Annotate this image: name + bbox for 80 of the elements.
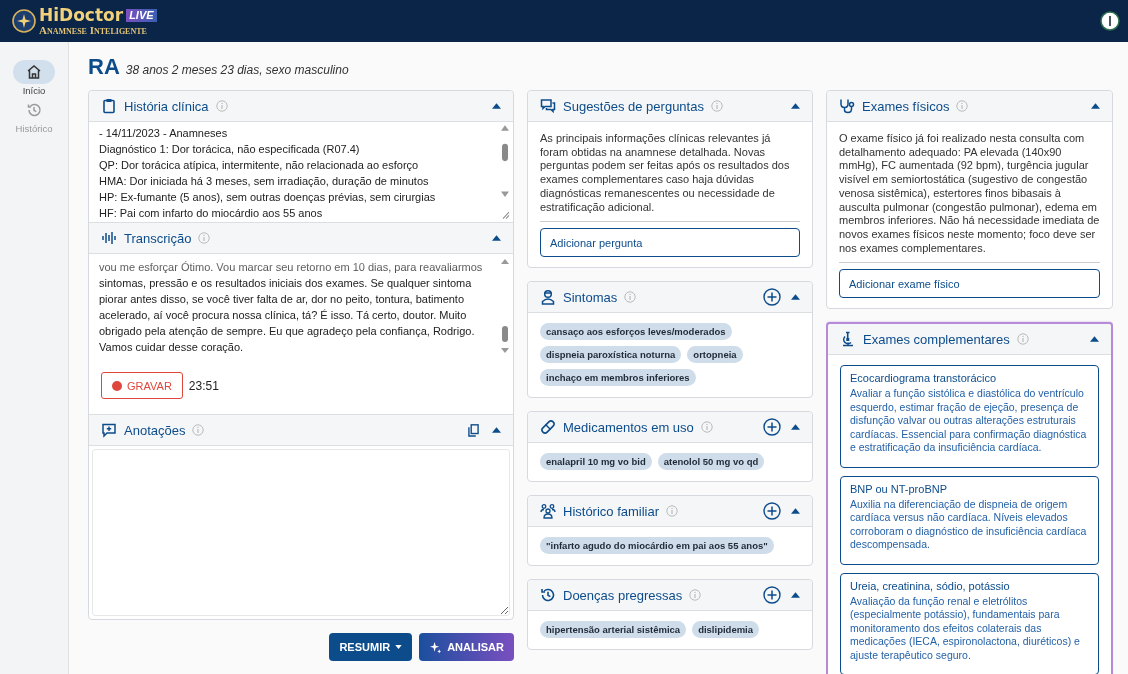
exam-description: Auxilia na diferenciação de dispneia de origem cardíaca versus não cardíaca. Níveis elevados corroboram o diagnóstico de insuficiência cardíaca descompensada. <box>850 497 1088 552</box>
tag-chip: inchaço em membros inferiores <box>540 369 696 387</box>
exam-name: BNP ou NT-proBNP <box>850 482 948 495</box>
panel-title: Doenças pregressas <box>563 587 683 603</box>
add-icon[interactable] <box>763 502 781 521</box>
tag-chip: "infarto agudo do miocárdio em pai aos 55 anos" <box>540 537 774 555</box>
exam-card[interactable] <box>840 365 1099 468</box>
exam-description: Avaliação da função renal e eletrólitos (especialmente potássio), fundamentais para monitoramento dos efeitos colaterais das medicações (IECA, espironolactona, diuréticos) e ajuste terapêutico seguro. <box>850 594 1081 663</box>
collapse-icon[interactable] <box>1090 336 1099 343</box>
patient-details: 38 anos 2 meses 23 dias, sexo masculino <box>125 63 349 77</box>
history-icon <box>26 102 42 118</box>
add-icon[interactable] <box>763 288 781 307</box>
history-line: - 14/11/2023 - Anamneses <box>99 126 229 141</box>
tag-chip: atenolol 50 mg vo qd <box>657 453 765 471</box>
analyze-button[interactable]: ANALISAR <box>419 633 514 661</box>
history-line: Diagnóstico 1: Dor torácica, não especificada (R07.4) <box>99 142 361 157</box>
exam-card[interactable] <box>840 572 1099 674</box>
people-icon <box>540 503 556 520</box>
brand-tagline: Anamnese Inteligente <box>39 24 148 36</box>
panel-title: Sugestões de perguntas <box>563 98 704 114</box>
history-line: HP: Ex-fumante (5 anos), sem outras doenças prévias, sem cirurgias <box>99 190 437 205</box>
panel-title: Sintomas <box>563 289 618 305</box>
live-badge: LIVE <box>126 8 157 22</box>
home-icon <box>26 64 42 80</box>
tag-chip: cansaço aos esforços leves/moderados <box>540 323 732 341</box>
brand-name: HiDoctor <box>39 6 124 24</box>
transcript-text: vou me esforçar Ótimo. Vou marcar seu retorno em 10 dias, para reavaliarmos sintomas, pressão e os resultados iniciais dos exames. Se qualquer sintoma piorar antes disso, se você tiver falta de ar, dor no peito, tontura, batimento acelerado, aí você procura nossa clínica, tá? É isso. Tá certo, doutor. Muito obrigado pela atenção de sempre. Eu que agradeço pela confiança, Rodrigo. Vamos cuidar desse coração. <box>98 260 484 355</box>
history-icon <box>540 587 556 604</box>
tag-chip: enalapril 10 mg vo bid <box>540 453 652 471</box>
collapse-icon[interactable] <box>791 508 800 515</box>
exam-card[interactable]: BNP ou NT-proBNP Auxilia na diferenciação de dispneia de origem cardíaca versus não cardíaca. Níveis elevados corroboram o diagnóstico de insuficiência cardíaca descompensada. <box>840 475 1099 565</box>
collapse-icon[interactable] <box>1091 103 1100 109</box>
caret-icon <box>395 645 403 649</box>
suggestions-text: As principais informações clínicas relevantes já foram obtidas na anamnese detalhada. Novas perguntas podem ser feitas após os resultados dos exames complementares caso haja dúvidas diagnósticas remanescentes ou necessidade de estratificação adicional. <box>540 132 791 215</box>
record-button[interactable]: GRAVAR <box>101 372 183 399</box>
history-line: HMA: Dor iniciada há 3 meses, sem irradiação, duração de minutos <box>99 174 430 189</box>
collapse-icon[interactable] <box>791 424 800 431</box>
add-icon[interactable] <box>763 418 781 437</box>
collapse-icon[interactable] <box>492 427 501 433</box>
collapse-icon[interactable] <box>492 103 501 109</box>
panel-title: Transcrição <box>124 230 192 246</box>
clipboard-icon <box>101 98 117 114</box>
history-line: HF: Pai com infarto do miocárdio aos 55 anos <box>99 206 324 221</box>
exam-description: Avaliar a função sistólica e diastólica do ventrículo esquerdo, estimar fração de ejeção, presença de disfunção valvar ou outras alterações estruturais cardíacas. Essencial para confirmação diagnóstica e estratificação da insuficiência cardíaca. <box>850 387 1088 455</box>
collapse-icon[interactable] <box>791 592 800 599</box>
panel-title: História clínica <box>124 98 209 114</box>
stethoscope-icon <box>839 98 855 114</box>
patient-initials: RA <box>88 54 120 80</box>
notes-field[interactable] <box>92 449 510 616</box>
elapsed-time: 23:51 <box>188 378 219 393</box>
panel-title: Exames complementares <box>863 331 1010 347</box>
audio-wave-icon <box>101 230 117 246</box>
sparkle-icon <box>429 640 443 654</box>
panel-title: Anotações <box>124 422 186 438</box>
collapse-icon[interactable] <box>492 235 501 241</box>
collapse-icon[interactable] <box>791 103 800 109</box>
logo-icon <box>12 9 36 33</box>
microscope-icon <box>840 331 856 348</box>
summarize-button[interactable]: RESUMIR <box>329 633 413 661</box>
panel-title: Histórico familiar <box>563 503 660 519</box>
panel-title: Exames físicos <box>862 98 950 114</box>
add-question-button[interactable]: Adicionar pergunta <box>540 228 800 258</box>
profile-icon[interactable] <box>1100 11 1120 31</box>
comment-add-icon <box>101 422 117 438</box>
exam-name: Ecocardiograma transtorácico <box>850 372 998 385</box>
history-line: QP: Dor torácica atípica, intermitente, não relacionada ao esforço <box>99 158 420 173</box>
exam-name: Ureia, creatinina, sódio, potássio <box>850 579 1011 592</box>
add-exam-button[interactable]: Adicionar exame físico <box>839 269 1100 299</box>
tag-chip: hipertensão arterial sistêmica <box>540 621 687 639</box>
copy-icon[interactable] <box>468 423 479 437</box>
panel-title: Medicamentos em uso <box>563 419 694 435</box>
collapse-icon[interactable] <box>791 294 800 301</box>
tag-chip: dislipidemia <box>692 621 760 639</box>
add-icon[interactable] <box>763 586 781 605</box>
tag-chip: dispneia paroxística noturna <box>540 346 682 364</box>
chat-icon <box>540 98 556 114</box>
person-icon <box>540 289 556 306</box>
physical-exam-text: O exame físico já foi realizado nesta consulta com detalhamento adequado: PA elevada (140x90 mmHg), FC aumentada (92 bpm), turgência jugular visível em semiortostática (sugestivo de congestão venosa sistêmica), estertores finos bibasais à ausculta pulmonar (congestão pulmonar), edema em membros inferiores. Não há necessidade imediata de novos exames físicos neste momento; foco deve ser nos exames complementares. <box>839 132 1100 256</box>
pill-icon <box>540 419 556 436</box>
tag-chip: ortopneia <box>687 346 743 364</box>
